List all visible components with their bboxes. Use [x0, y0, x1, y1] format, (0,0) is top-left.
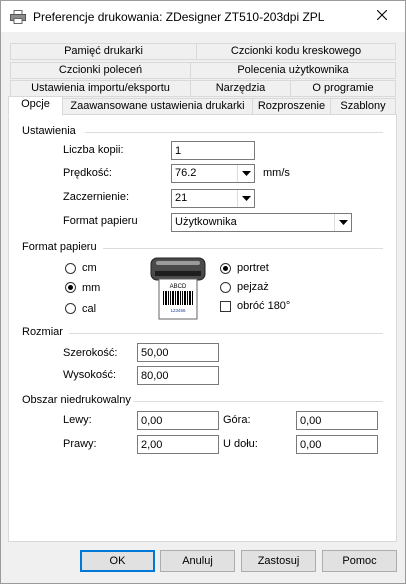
tab-templates[interactable]: Szablony	[330, 98, 396, 115]
title-bar: Preferencje drukowania: ZDesigner ZT510-…	[1, 1, 405, 32]
speed-select[interactable]: 76.2	[171, 164, 255, 183]
bottom-margin-label: U dołu:	[223, 438, 258, 450]
darkness-value: 21	[175, 192, 188, 204]
width-input[interactable]	[137, 343, 219, 362]
preview-label-text: ABCD	[170, 284, 187, 290]
copies-input[interactable]	[171, 141, 255, 160]
margins-group-divider	[133, 401, 383, 402]
print-preferences-dialog: Preferencje drukowania: ZDesigner ZT510-…	[0, 0, 406, 584]
ok-button[interactable]: OK	[80, 550, 155, 572]
unit-cm-label: cm	[82, 262, 97, 274]
speed-value: 76.2	[175, 167, 197, 179]
landscape-radio[interactable]	[220, 282, 231, 293]
tab-import-export[interactable]: Ustawienia importu/eksportu	[10, 80, 191, 97]
tab-printer-memory[interactable]: Pamięć drukarki	[10, 43, 197, 60]
margins-group-label: Obszar niedrukowalny	[22, 394, 134, 406]
height-label: Wysokość:	[63, 369, 117, 381]
preview-barcode-digits: 123456	[170, 308, 186, 313]
top-margin-input[interactable]	[296, 411, 378, 430]
unit-mm-radio[interactable]	[65, 282, 76, 293]
top-margin-label: Góra:	[223, 414, 251, 426]
unit-mm-label: mm	[82, 282, 101, 294]
cancel-button[interactable]: Anuluj	[160, 550, 235, 572]
tab-command-fonts[interactable]: Czcionki poleceń	[10, 62, 191, 79]
tab-advanced-printer-settings[interactable]: Zaawansowane ustawienia drukarki	[62, 98, 253, 115]
right-margin-input[interactable]	[137, 435, 219, 454]
portrait-label: portret	[237, 262, 269, 274]
apply-button[interactable]: Zastosuj	[241, 550, 316, 572]
left-margin-label: Lewy:	[63, 414, 92, 426]
size-group-label: Rozmiar	[22, 326, 66, 338]
chevron-down-icon[interactable]	[237, 190, 254, 207]
paper-format-group-label: Format papieru	[22, 241, 100, 253]
bottom-margin-input[interactable]	[296, 435, 378, 454]
tab-barcode-fonts[interactable]: Czcionki kodu kreskowego	[196, 43, 396, 60]
rotate180-label: obróć 180°	[237, 300, 291, 312]
portrait-radio[interactable]	[220, 263, 231, 274]
tab-distribution[interactable]: Rozproszenie	[252, 98, 331, 115]
rotate180-checkbox[interactable]	[220, 301, 231, 312]
paper-format-label: Format papieru	[63, 215, 138, 227]
settings-group-divider	[85, 132, 383, 133]
darkness-label: Zaczernienie:	[63, 191, 130, 203]
close-icon	[376, 9, 388, 23]
help-button[interactable]: Pomoc	[322, 550, 397, 572]
unit-inch-label: cal	[82, 303, 97, 315]
tab-user-commands[interactable]: Polecenia użytkownika	[190, 62, 396, 79]
width-label: Szerokość:	[63, 347, 118, 359]
tab-options[interactable]: Opcje	[8, 96, 63, 116]
settings-group-label: Ustawienia	[22, 125, 79, 137]
speed-unit: mm/s	[263, 167, 290, 179]
chevron-down-icon[interactable]	[334, 214, 351, 231]
darkness-select[interactable]: 21	[171, 189, 255, 208]
paper-format-group-divider	[103, 248, 383, 249]
window-title: Preferencje drukowania: ZDesigner ZT510-…	[33, 10, 325, 24]
paper-format-select[interactable]: Użytkownika	[171, 213, 352, 232]
close-button[interactable]	[359, 1, 405, 32]
speed-label: Prędkość:	[63, 167, 112, 179]
printer-icon	[10, 10, 26, 24]
height-input[interactable]	[137, 366, 219, 385]
printer-label-preview: ABCD 123456	[149, 257, 207, 321]
tab-about[interactable]: O programie	[290, 80, 396, 97]
copies-label: Liczba kopii:	[63, 144, 124, 156]
landscape-label: pejzaż	[237, 281, 269, 293]
size-group-divider	[69, 333, 383, 334]
right-margin-label: Prawy:	[63, 438, 97, 450]
unit-cm-radio[interactable]	[65, 263, 76, 274]
tab-tools[interactable]: Narzędzia	[190, 80, 291, 97]
left-margin-input[interactable]	[137, 411, 219, 430]
paper-format-value: Użytkownika	[175, 216, 237, 228]
chevron-down-icon[interactable]	[237, 165, 254, 182]
unit-inch-radio[interactable]	[65, 303, 76, 314]
